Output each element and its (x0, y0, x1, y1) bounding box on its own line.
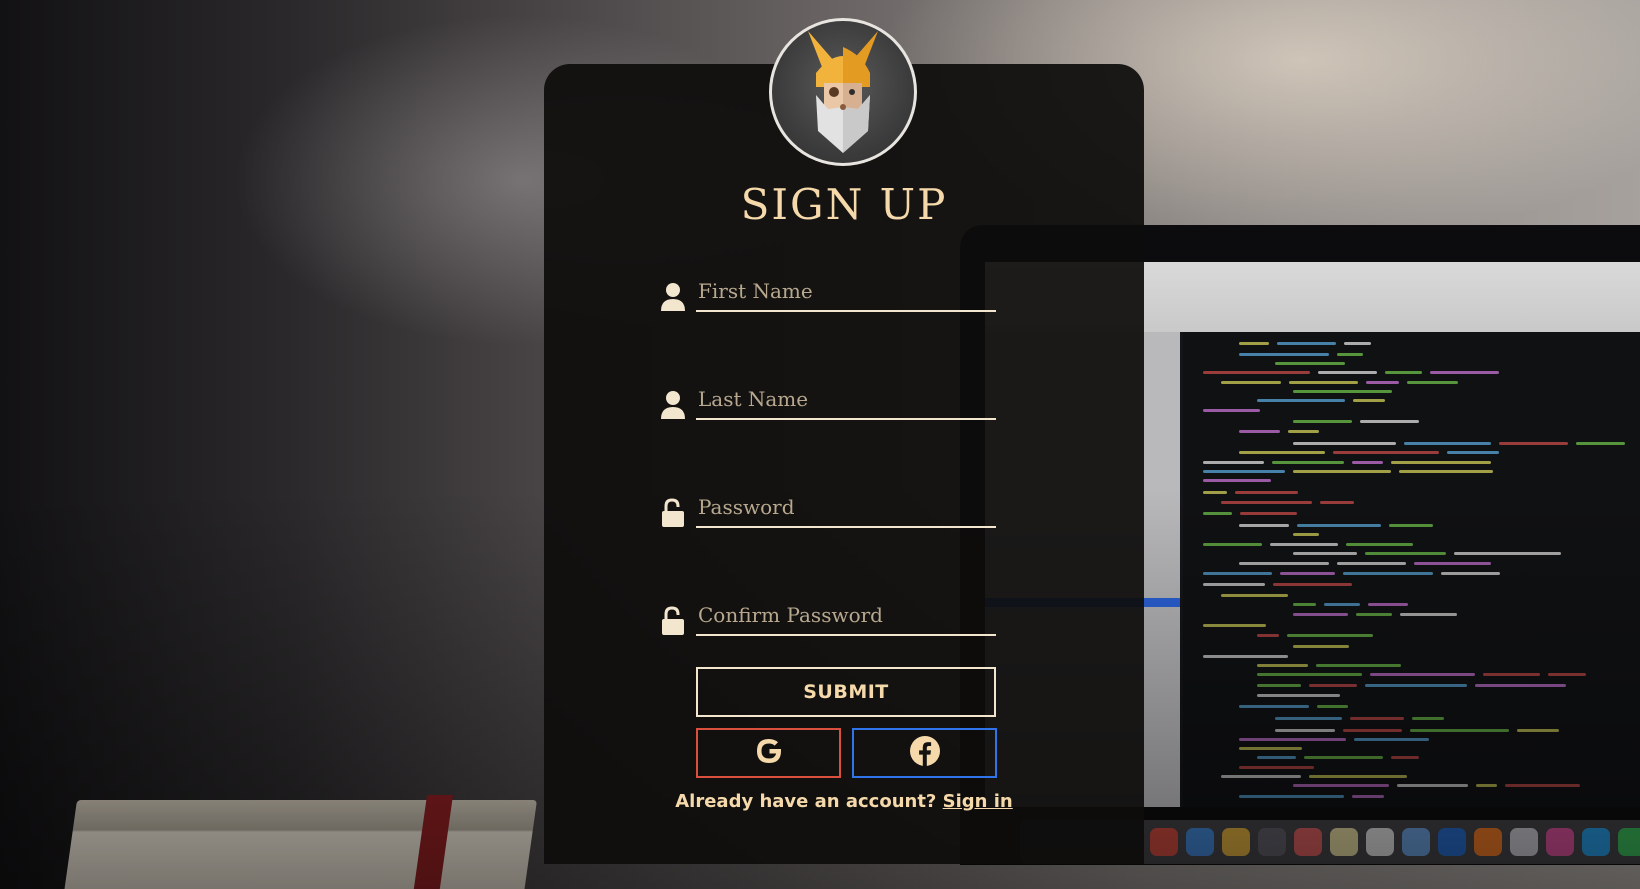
google-signup-button[interactable] (696, 728, 841, 778)
google-icon (753, 735, 785, 771)
facebook-icon (909, 735, 941, 771)
last-name-field (660, 380, 996, 420)
confirm-password-field (660, 596, 996, 636)
password-field (660, 488, 996, 528)
password-input[interactable] (696, 492, 994, 522)
submit-button[interactable]: SUBMIT (696, 667, 996, 717)
signin-prompt-text: Already have an account? (675, 791, 937, 812)
password-underline (696, 526, 996, 528)
page-title: SIGN UP (740, 180, 948, 229)
first-name-input[interactable] (696, 276, 994, 306)
first-name-underline (696, 310, 996, 312)
last-name-input[interactable] (696, 384, 994, 414)
confirm-password-input[interactable] (696, 600, 994, 630)
signin-prompt: Already have an account? Sign in (544, 791, 1144, 812)
last-name-underline (696, 418, 996, 420)
confirm-password-underline (696, 634, 996, 636)
unlock-icon (660, 606, 686, 636)
user-icon (660, 282, 686, 312)
unlock-icon (660, 498, 686, 528)
first-name-field (660, 272, 996, 312)
facebook-signup-button[interactable] (852, 728, 997, 778)
signin-link[interactable]: Sign in (943, 791, 1013, 812)
viking-avatar-icon (769, 18, 917, 166)
user-icon (660, 390, 686, 420)
